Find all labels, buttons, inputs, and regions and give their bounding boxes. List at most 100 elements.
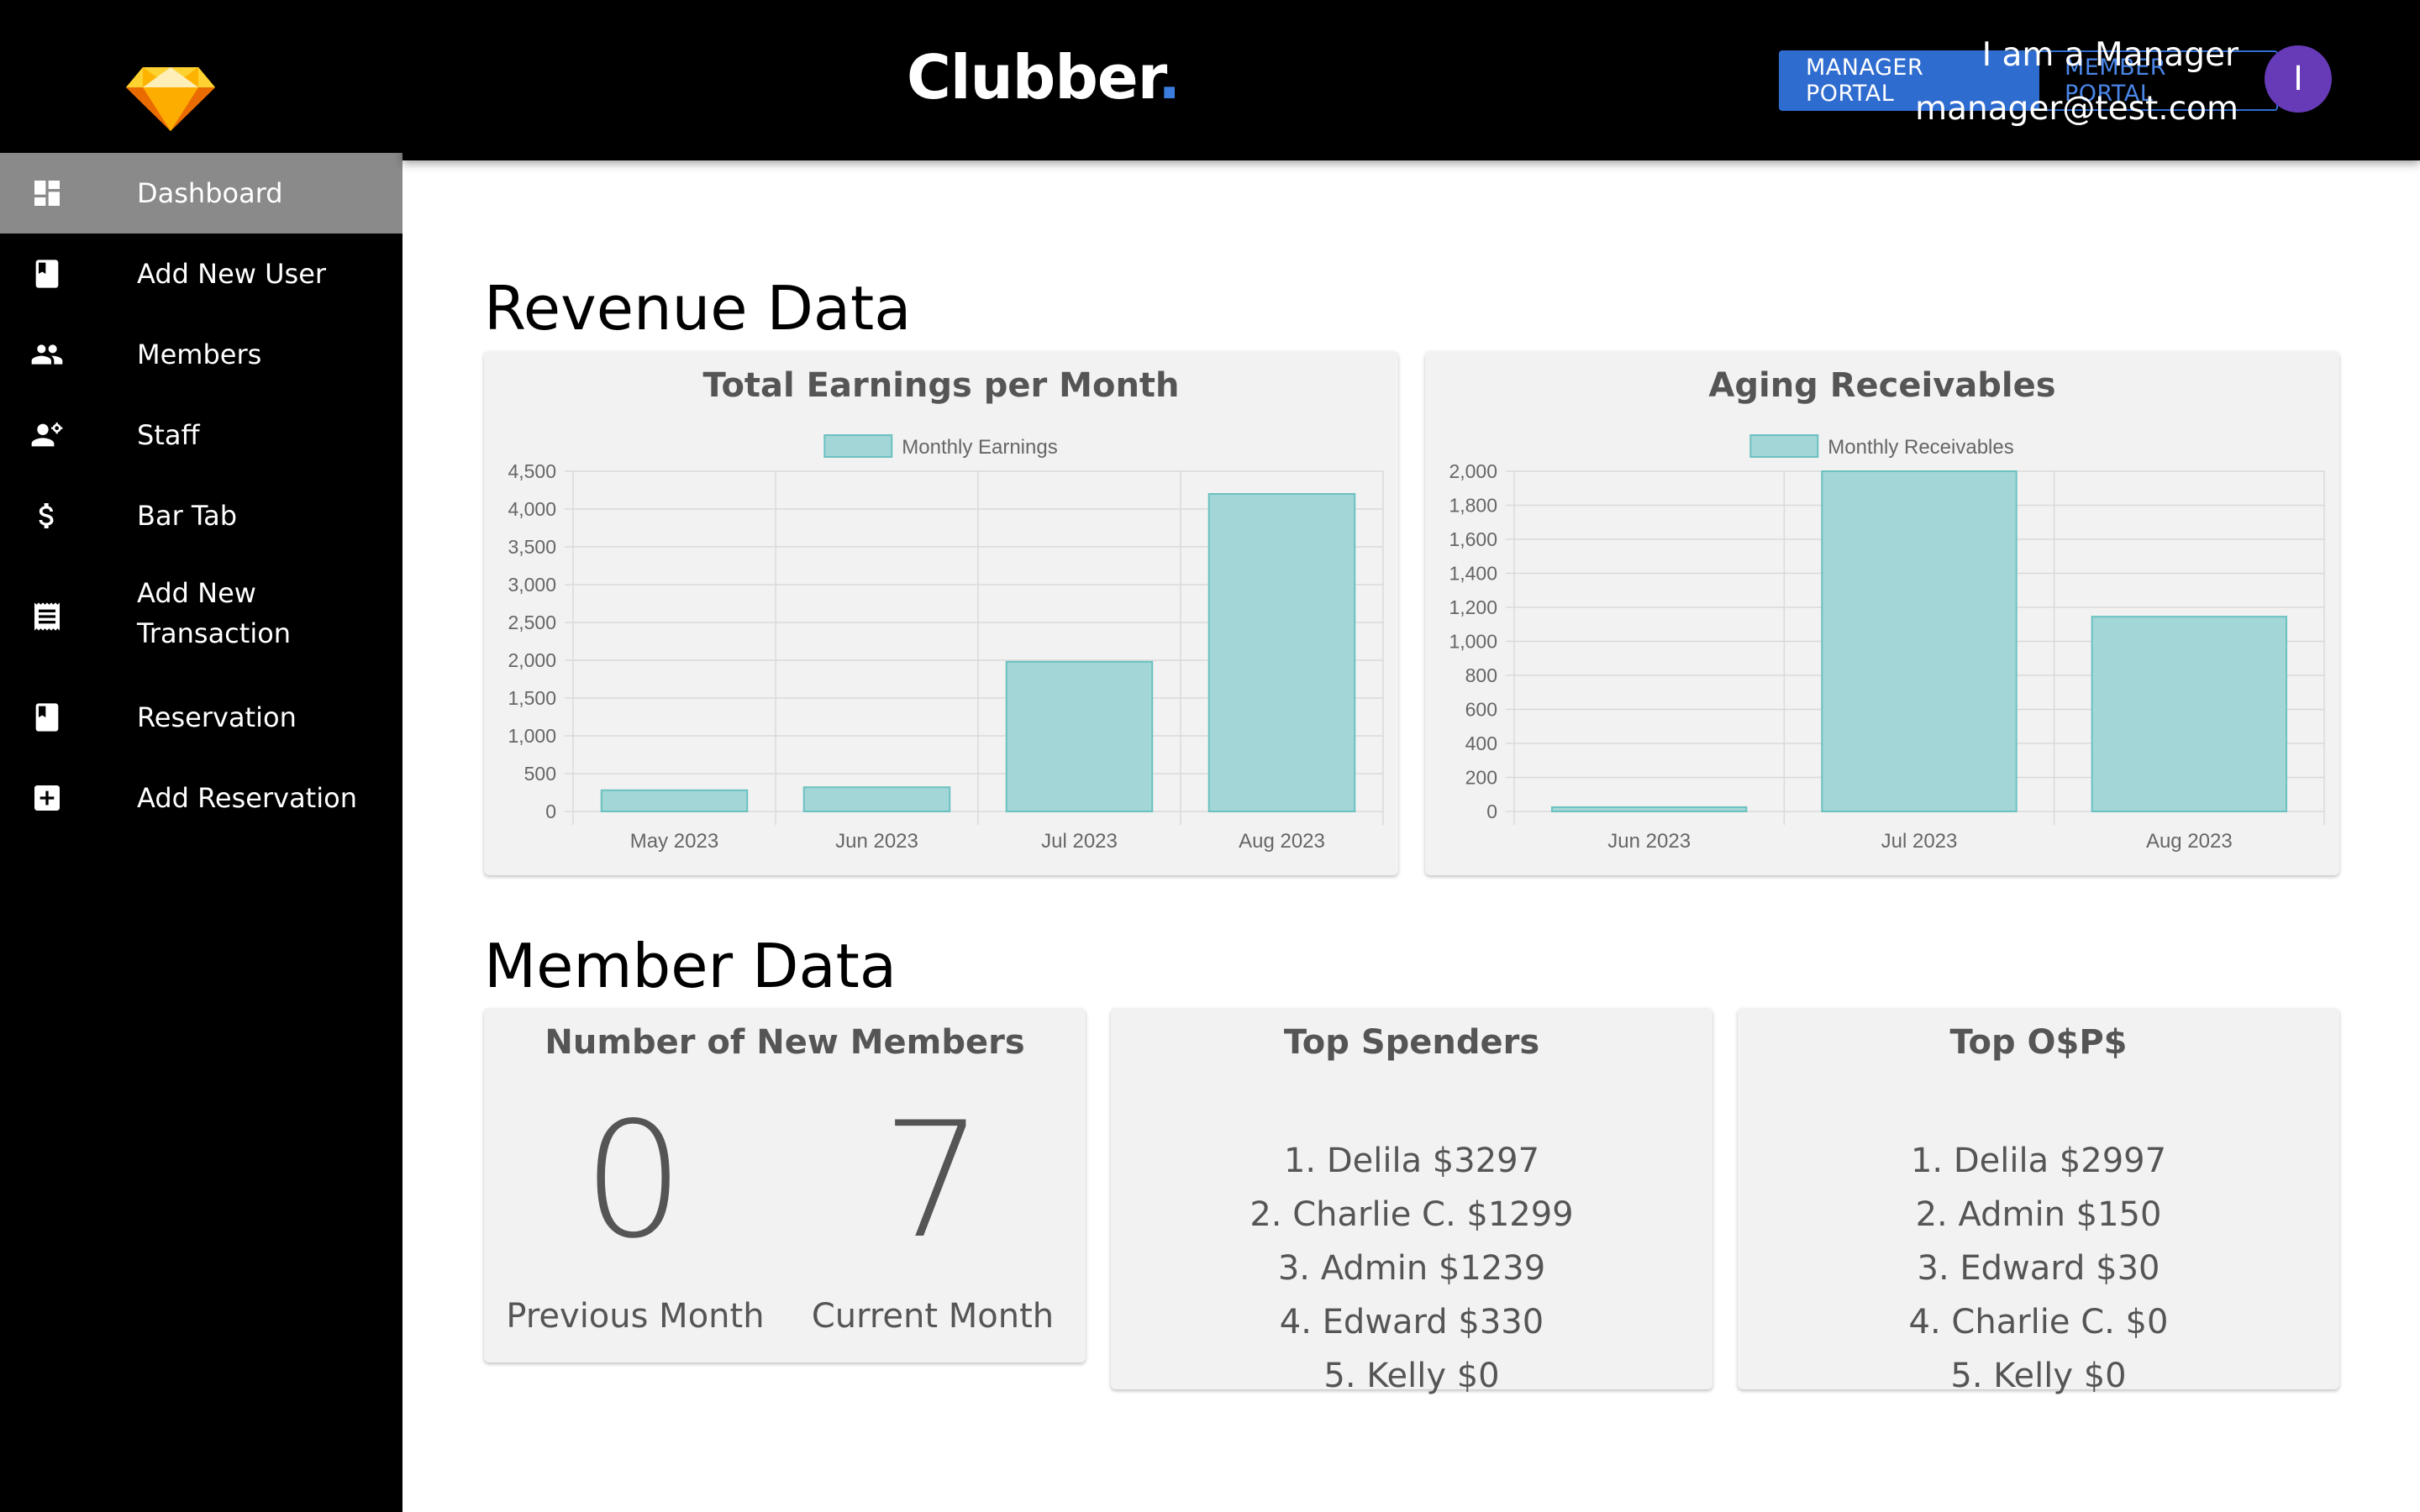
aging-receivables-card: Aging Receivables Monthly Receivables 0 20… — [1425, 351, 2339, 875]
y-tick-label: 600 — [1465, 699, 1497, 721]
y-tick-label: 0 — [1486, 801, 1497, 822]
current-month-count: 7 — [881, 1088, 984, 1273]
y-tick-label: 4,000 — [508, 498, 556, 520]
y-tick-label: 1,000 — [508, 725, 556, 747]
y-tick-label: 1,000 — [1449, 631, 1497, 653]
y-tick-label: 3,000 — [508, 574, 556, 596]
card-title: Number of New Members — [544, 1023, 1025, 1062]
gem-logo-icon[interactable] — [124, 66, 217, 133]
list-item: 5. Kelly $0 — [1950, 1357, 2127, 1395]
list-item: 3. Edward $30 — [1917, 1249, 2160, 1288]
sidebar-item-label: Add New — [137, 577, 256, 609]
y-tick-label: 500 — [524, 763, 556, 785]
sidebar-item-staff[interactable]: Staff — [0, 395, 402, 475]
staff-icon — [30, 418, 64, 452]
brand-logo[interactable]: Clubber. — [907, 42, 1181, 113]
legend-swatch — [1749, 434, 1819, 458]
y-tick-label: 4,500 — [508, 460, 556, 482]
sidebar-item-add-new-user[interactable]: Add New User — [0, 234, 402, 314]
x-tick-label: Jul 2023 — [1041, 830, 1118, 853]
y-tick-label: 2,000 — [1449, 460, 1497, 482]
user-name: I am a Manager — [1981, 36, 2238, 74]
previous-month-count: 0 — [582, 1088, 685, 1273]
member-section-title: Member Data — [484, 931, 897, 1001]
bar[interactable] — [2091, 616, 2288, 813]
brand-name: Clubber — [907, 42, 1159, 113]
sidebar-item-label: Bar Tab — [137, 500, 238, 532]
x-tick-label: May 2023 — [630, 830, 718, 853]
dashboard-icon — [30, 176, 64, 210]
x-tick-label: Aug 2023 — [2146, 830, 2233, 853]
receipt-icon — [30, 600, 64, 633]
chart-legend[interactable]: Monthly Receivables — [1749, 434, 2014, 459]
people-icon — [30, 338, 64, 371]
top-app-bar: Clubber. MANAGER PORTAL MEMBER PORTAL I … — [402, 0, 2420, 160]
top-spenders-card: Top Spenders 1. Delila $3297 2. Charlie … — [1111, 1008, 1712, 1395]
y-tick-label: 2,000 — [508, 649, 556, 671]
y-tick-label: 2,500 — [508, 612, 556, 633]
current-month-label: Current Month — [811, 1297, 1055, 1336]
sidebar-item-label: Reservation — [137, 701, 297, 733]
y-tick-label: 800 — [1465, 664, 1497, 686]
y-tick-label: 0 — [545, 801, 556, 822]
book-icon — [30, 701, 64, 734]
revenue-section-title: Revenue Data — [484, 273, 912, 344]
y-tick-label: 1,400 — [1449, 563, 1497, 585]
legend-label: Monthly Receivables — [1828, 436, 2013, 459]
sidebar-item-label: Dashboard — [137, 177, 283, 209]
new-members-card: Number of New Members 0 7 Previous Month… — [484, 1008, 1086, 1362]
sidebar-item-label: Members — [137, 339, 262, 370]
x-tick-label: Aug 2023 — [1239, 830, 1325, 853]
card-title: Top O$P$ — [1949, 1023, 2128, 1062]
sidebar-item-bar-tab[interactable]: Bar Tab — [0, 475, 402, 556]
avatar[interactable]: I — [2265, 45, 2332, 113]
sidebar-item-label: Add New User — [137, 258, 327, 290]
sidebar: Dashboard Add New User Members Staff Bar… — [0, 0, 402, 1512]
sidebar-item-reservation[interactable]: Reservation — [0, 677, 402, 758]
y-tick-label: 1,800 — [1449, 495, 1497, 517]
sidebar-item-add-new-transaction[interactable]: Add New Transaction — [0, 573, 402, 660]
list-item: 4. Edward $330 — [1279, 1303, 1544, 1341]
top-osps-card: Top O$P$ 1. Delila $2997 2. Admin $150 3… — [1738, 1008, 2339, 1395]
sidebar-item-label: Add Reservation — [137, 782, 357, 814]
list-item: 2. Admin $150 — [1915, 1195, 2162, 1234]
previous-month-label: Previous Month — [506, 1297, 765, 1336]
y-tick-label: 400 — [1465, 732, 1497, 754]
card-title: Top Spenders — [1283, 1023, 1540, 1062]
book-icon — [30, 257, 64, 291]
list-item: 4. Charlie C. $0 — [1908, 1303, 2169, 1341]
sidebar-item-label: Staff — [137, 419, 200, 451]
user-info: I am a Manager manager@test.com — [1915, 29, 2238, 136]
legend-swatch — [823, 434, 893, 458]
plus-box-icon — [30, 781, 64, 815]
sidebar-item-members[interactable]: Members — [0, 314, 402, 395]
list-item: 2. Charlie C. $1299 — [1249, 1195, 1574, 1234]
x-tick-label: Jun 2023 — [835, 830, 918, 853]
chart-legend[interactable]: Monthly Earnings — [823, 434, 1058, 459]
y-tick-label: 1,500 — [508, 687, 556, 709]
y-tick-label: 1,600 — [1449, 528, 1497, 550]
bar[interactable] — [1821, 470, 2018, 812]
dollar-icon — [30, 499, 64, 533]
y-tick-label: 1,200 — [1449, 596, 1497, 618]
list-item: 1. Delila $3297 — [1283, 1142, 1540, 1180]
brand-dot: . — [1157, 42, 1181, 113]
bar[interactable] — [802, 786, 951, 813]
x-tick-label: Jun 2023 — [1607, 830, 1691, 853]
bar[interactable] — [1550, 806, 1748, 812]
list-item: 1. Delila $2997 — [1910, 1142, 2167, 1180]
aging-receivables-chart: Monthly Receivables 0 200 400 600 800 1,000 1,2… — [1449, 434, 2325, 853]
total-earnings-card: Total Earnings per Month Monthly Earning… — [484, 351, 1398, 875]
y-tick-label: 3,500 — [508, 536, 556, 558]
bar[interactable] — [1207, 493, 1356, 812]
bar[interactable] — [1005, 660, 1154, 812]
top-spenders-list: 1. Delila $3297 2. Charlie C. $1299 3. A… — [1111, 1134, 1712, 1403]
list-item: 3. Admin $1239 — [1277, 1249, 1546, 1288]
x-tick-label: Jul 2023 — [1881, 830, 1958, 853]
sidebar-item-add-reservation[interactable]: Add Reservation — [0, 758, 402, 838]
top-osps-list: 1. Delila $2997 2. Admin $150 3. Edward … — [1738, 1134, 2339, 1403]
sidebar-item-dashboard[interactable]: Dashboard — [0, 153, 402, 234]
y-tick-label: 200 — [1465, 767, 1497, 789]
bar[interactable] — [600, 789, 749, 812]
legend-label: Monthly Earnings — [902, 436, 1057, 459]
